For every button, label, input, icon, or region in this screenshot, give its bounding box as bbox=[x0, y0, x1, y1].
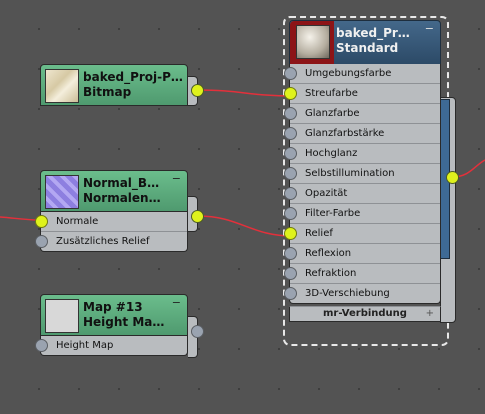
material-node-header[interactable]: baked_Pr… Standard − bbox=[289, 20, 441, 65]
streufarbe-input-port[interactable] bbox=[284, 87, 297, 100]
slot-label: Hochglanz bbox=[305, 148, 358, 159]
material-node-type: Standard bbox=[336, 41, 399, 55]
slot-refraktion[interactable]: Refraktion bbox=[284, 264, 440, 284]
material-footer-rollout[interactable]: mr-Verbindung + bbox=[289, 306, 441, 322]
slot-label: Opazität bbox=[305, 188, 348, 199]
refraktion-input-port[interactable] bbox=[284, 267, 297, 280]
slot-label: Refraktion bbox=[305, 268, 357, 279]
bitmap-output-port[interactable] bbox=[191, 84, 204, 97]
selbstillumination-input-port[interactable] bbox=[284, 167, 297, 180]
slot-relief[interactable]: Relief bbox=[284, 224, 440, 244]
slot-label: Reflexion bbox=[305, 248, 352, 259]
slot-3d-verschiebung[interactable]: 3D-Verschiebung bbox=[284, 284, 440, 303]
bitmap-thumbnail-icon bbox=[45, 69, 79, 103]
slot-label: Filter-Farbe bbox=[305, 208, 361, 219]
slot-opazitaet[interactable]: Opazität bbox=[284, 184, 440, 204]
slot-hochglanz[interactable]: Hochglanz bbox=[284, 144, 440, 164]
bitmap-node-title: baked_Proj-P… bbox=[83, 70, 183, 84]
slot-label: Height Map bbox=[56, 340, 114, 351]
bitmap-node[interactable]: baked_Proj-P… Bitmap bbox=[40, 64, 188, 106]
slot-label: Glanzfarbe bbox=[305, 108, 360, 119]
slot-glanzfarbstaerke[interactable]: Glanzfarbstärke bbox=[284, 124, 440, 144]
slot-label: 3D-Verschiebung bbox=[305, 288, 390, 299]
normal-bump-node-type: Normalen… bbox=[83, 191, 161, 205]
map13-output-port[interactable] bbox=[191, 325, 204, 338]
slot-label: Streufarbe bbox=[305, 88, 358, 99]
map13-minimize-button[interactable]: − bbox=[172, 296, 181, 309]
material-sphere-thumbnail-icon bbox=[296, 25, 330, 59]
relief-input-port[interactable] bbox=[284, 227, 297, 240]
map13-node-header[interactable]: Map #13 Height Ma… − bbox=[40, 294, 188, 336]
slot-reflexion[interactable]: Reflexion bbox=[284, 244, 440, 264]
slot-label: Selbstillumination bbox=[305, 168, 395, 179]
material-slots: Umgebungsfarbe Streufarbe Glanzfarbe Gla… bbox=[284, 64, 441, 304]
normal-map-thumbnail-icon bbox=[45, 175, 79, 209]
glanzfarbstaerke-input-port[interactable] bbox=[284, 127, 297, 140]
slot-height-map[interactable]: Height Map bbox=[35, 336, 187, 355]
map13-node[interactable]: Map #13 Height Ma… − Height Map bbox=[35, 294, 188, 356]
slot-selbstillumination[interactable]: Selbstillumination bbox=[284, 164, 440, 184]
slot-label: Glanzfarbstärke bbox=[305, 128, 385, 139]
normal-bump-node[interactable]: Normal_B… Normalen… − Normale Zusätzlich… bbox=[35, 170, 188, 252]
slot-label: Relief bbox=[305, 228, 333, 239]
expand-plus-icon[interactable]: + bbox=[426, 307, 434, 321]
normal-bump-node-header[interactable]: Normal_B… Normalen… − bbox=[40, 170, 188, 212]
slot-label: Normale bbox=[56, 216, 99, 227]
material-minimize-button[interactable]: − bbox=[425, 22, 434, 35]
bitmap-node-type: Bitmap bbox=[83, 85, 132, 99]
map13-node-type: Height Ma… bbox=[83, 315, 165, 329]
glanzfarbe-input-port[interactable] bbox=[284, 107, 297, 120]
normal-bump-minimize-button[interactable]: − bbox=[172, 172, 181, 185]
hochglanz-input-port[interactable] bbox=[284, 147, 297, 160]
slot-streufarbe[interactable]: Streufarbe bbox=[284, 84, 440, 104]
normal-bump-output-port[interactable] bbox=[191, 210, 204, 223]
mr-verbindung-label: mr-Verbindung bbox=[323, 308, 407, 319]
wire-incoming-normale[interactable] bbox=[0, 216, 40, 221]
bitmap-node-header[interactable]: baked_Proj-P… Bitmap bbox=[40, 64, 188, 106]
slot-glanzfarbe[interactable]: Glanzfarbe bbox=[284, 104, 440, 124]
opazitaet-input-port[interactable] bbox=[284, 187, 297, 200]
slot-label: Zusätzliches Relief bbox=[56, 236, 150, 247]
material-node-title: baked_Pr… bbox=[336, 26, 410, 40]
3d-verschiebung-input-port[interactable] bbox=[284, 287, 297, 300]
zusaetzliches-relief-input-port[interactable] bbox=[35, 235, 48, 248]
blank-thumbnail-icon bbox=[45, 299, 79, 333]
normale-input-port[interactable] bbox=[35, 215, 48, 228]
map13-node-title: Map #13 bbox=[83, 300, 143, 314]
normal-bump-node-title: Normal_B… bbox=[83, 176, 160, 190]
wire-normal-to-relief[interactable] bbox=[197, 215, 294, 237]
slot-umgebungsfarbe[interactable]: Umgebungsfarbe bbox=[284, 64, 440, 84]
wire-bitmap-to-streufarbe[interactable] bbox=[197, 89, 294, 97]
material-output-port[interactable] bbox=[446, 171, 459, 184]
reflexion-input-port[interactable] bbox=[284, 247, 297, 260]
map13-slots: Height Map bbox=[35, 336, 188, 356]
umgebungsfarbe-input-port[interactable] bbox=[284, 67, 297, 80]
normal-bump-slots: Normale Zusätzliches Relief bbox=[35, 212, 188, 252]
slot-label: Umgebungsfarbe bbox=[305, 68, 392, 79]
slot-zusaetzliches-relief[interactable]: Zusätzliches Relief bbox=[35, 232, 187, 251]
slot-normale[interactable]: Normale bbox=[35, 212, 187, 232]
filter-farbe-input-port[interactable] bbox=[284, 207, 297, 220]
height-map-input-port[interactable] bbox=[35, 339, 48, 352]
slot-filter-farbe[interactable]: Filter-Farbe bbox=[284, 204, 440, 224]
